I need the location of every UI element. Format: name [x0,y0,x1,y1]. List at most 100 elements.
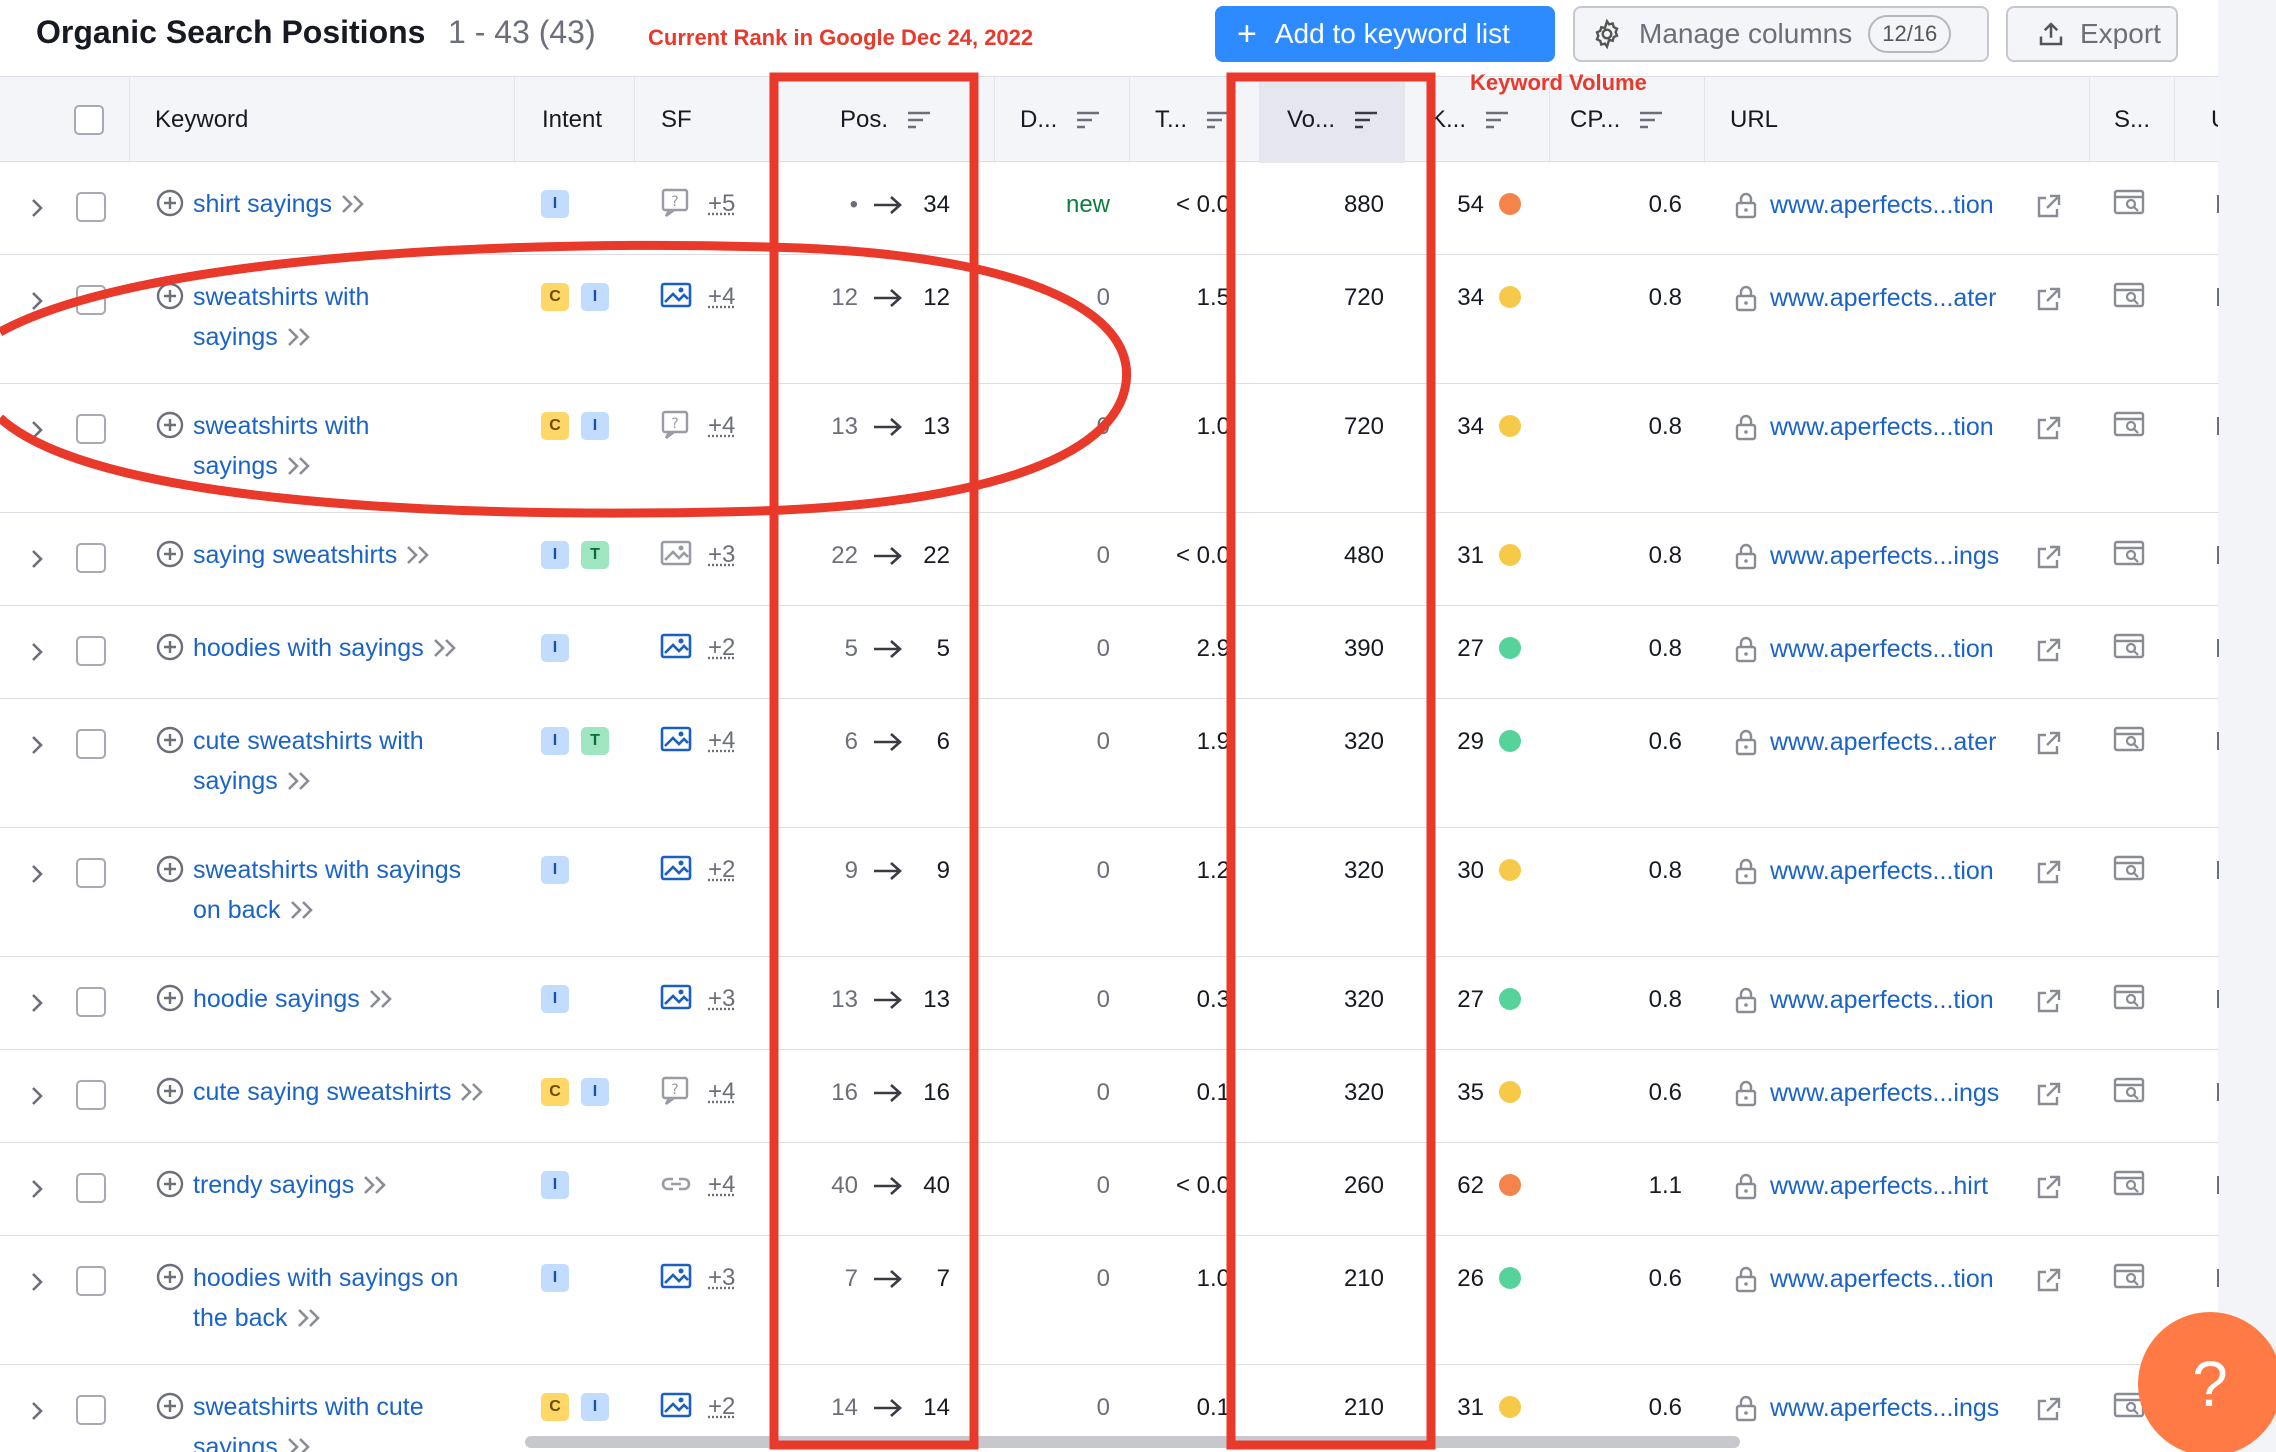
row-checkbox[interactable] [76,543,106,573]
manage-columns-button[interactable]: Manage columns 12/16 [1573,6,1989,62]
add-circle-icon[interactable] [155,410,185,440]
external-link-icon[interactable] [2033,414,2063,444]
export-button[interactable]: Export [2006,6,2178,62]
keyword-link[interactable]: sweatshirts with sayings on back [155,850,515,930]
add-circle-icon[interactable] [155,1076,185,1106]
serp-features-more[interactable]: +2 [708,634,735,662]
add-circle-icon[interactable] [155,632,185,662]
column-header-position[interactable]: Pos. [770,77,995,163]
chevron-right-icon[interactable] [28,640,46,664]
add-circle-icon[interactable] [155,854,185,884]
double-chevron-icon[interactable] [368,988,396,1010]
keyword-link[interactable]: saying sweatshirts [155,535,515,575]
external-link-icon[interactable] [2033,1395,2063,1425]
serp-snapshot-icon[interactable] [2112,539,2146,567]
column-header-intent[interactable]: Intent [515,77,635,163]
keyword-link[interactable]: cute sweatshirts with sayings [155,721,515,801]
double-chevron-icon[interactable] [286,1436,314,1452]
serp-snapshot-icon[interactable] [2112,854,2146,882]
row-checkbox[interactable] [76,1266,106,1296]
add-circle-icon[interactable] [155,1262,185,1292]
chevron-right-icon[interactable] [28,547,46,571]
double-chevron-icon[interactable] [286,326,314,348]
add-circle-icon[interactable] [155,188,185,218]
serp-snapshot-icon[interactable] [2112,1076,2146,1104]
serp-snapshot-icon[interactable] [2112,1169,2146,1197]
serp-features-more[interactable]: +3 [708,541,735,569]
keyword-link[interactable]: shirt sayings [155,184,515,224]
keyword-link[interactable]: cute saying sweatshirts [155,1072,515,1112]
serp-features-more[interactable]: +5 [708,190,735,218]
serp-features-more[interactable]: +4 [708,283,735,311]
column-header-difference[interactable]: D... [995,77,1130,163]
chevron-right-icon[interactable] [28,1270,46,1294]
keyword-link[interactable]: trendy sayings [155,1165,515,1205]
column-header-serp[interactable]: S... [2090,77,2175,163]
keyword-link[interactable]: sweatshirts with sayings [155,406,515,486]
serp-features-more[interactable]: +2 [708,1393,735,1421]
double-chevron-icon[interactable] [405,544,433,566]
chevron-right-icon[interactable] [28,733,46,757]
external-link-icon[interactable] [2033,543,2063,573]
url-link[interactable]: www.aperfects...tion [1770,191,1994,220]
url-link[interactable]: www.aperfects...tion [1770,857,1994,886]
external-link-icon[interactable] [2033,987,2063,1017]
keyword-link[interactable]: sweatshirts with sayings [155,277,515,357]
chevron-right-icon[interactable] [28,418,46,442]
row-checkbox[interactable] [76,1395,106,1425]
external-link-icon[interactable] [2033,1266,2063,1296]
url-link[interactable]: www.aperfects...tion [1770,986,1994,1015]
double-chevron-icon[interactable] [340,193,368,215]
url-link[interactable]: www.aperfects...tion [1770,1265,1994,1294]
double-chevron-icon[interactable] [432,637,460,659]
serp-features-more[interactable]: +4 [708,727,735,755]
add-circle-icon[interactable] [155,1391,185,1421]
column-header-traffic[interactable]: T... [1130,77,1260,163]
row-checkbox[interactable] [76,1173,106,1203]
chevron-right-icon[interactable] [28,862,46,886]
keyword-link[interactable]: sweatshirts with cute sayings [155,1387,515,1452]
row-checkbox[interactable] [76,285,106,315]
keyword-link[interactable]: hoodie sayings [155,979,515,1019]
horizontal-scrollbar[interactable] [525,1436,1740,1448]
column-header-volume[interactable]: Vo... [1260,77,1405,163]
serp-snapshot-icon[interactable] [2112,281,2146,309]
row-checkbox[interactable] [76,729,106,759]
serp-features-more[interactable]: +3 [708,985,735,1013]
serp-snapshot-icon[interactable] [2112,188,2146,216]
keyword-link[interactable]: hoodies with sayings [155,628,515,668]
external-link-icon[interactable] [2033,285,2063,315]
double-chevron-icon[interactable] [286,455,314,477]
row-checkbox[interactable] [76,987,106,1017]
url-link[interactable]: www.aperfects...ings [1770,1079,1999,1108]
add-circle-icon[interactable] [155,1169,185,1199]
external-link-icon[interactable] [2033,192,2063,222]
url-link[interactable]: www.aperfects...ings [1770,1394,1999,1423]
external-link-icon[interactable] [2033,858,2063,888]
serp-snapshot-icon[interactable] [2112,632,2146,660]
row-checkbox[interactable] [76,858,106,888]
url-link[interactable]: www.aperfects...tion [1770,635,1994,664]
url-link[interactable]: www.aperfects...ater [1770,284,1996,313]
serp-features-more[interactable]: +4 [708,412,735,440]
column-header-keyword[interactable]: Keyword [130,77,515,163]
row-checkbox[interactable] [76,192,106,222]
chevron-right-icon[interactable] [28,1399,46,1423]
chevron-right-icon[interactable] [28,991,46,1015]
chevron-right-icon[interactable] [28,289,46,313]
chevron-right-icon[interactable] [28,196,46,220]
external-link-icon[interactable] [2033,636,2063,666]
double-chevron-icon[interactable] [362,1174,390,1196]
column-header-sf[interactable]: SF [635,77,770,163]
external-link-icon[interactable] [2033,729,2063,759]
url-link[interactable]: www.aperfects...ings [1770,542,1999,571]
serp-snapshot-icon[interactable] [2112,410,2146,438]
add-circle-icon[interactable] [155,983,185,1013]
serp-snapshot-icon[interactable] [2112,725,2146,753]
url-link[interactable]: www.aperfects...hirt [1770,1172,1988,1201]
double-chevron-icon[interactable] [459,1081,487,1103]
serp-snapshot-icon[interactable] [2112,1262,2146,1290]
column-header-url[interactable]: URL [1705,77,2090,163]
column-header-updated[interactable]: U [2175,77,2218,163]
chevron-right-icon[interactable] [28,1084,46,1108]
